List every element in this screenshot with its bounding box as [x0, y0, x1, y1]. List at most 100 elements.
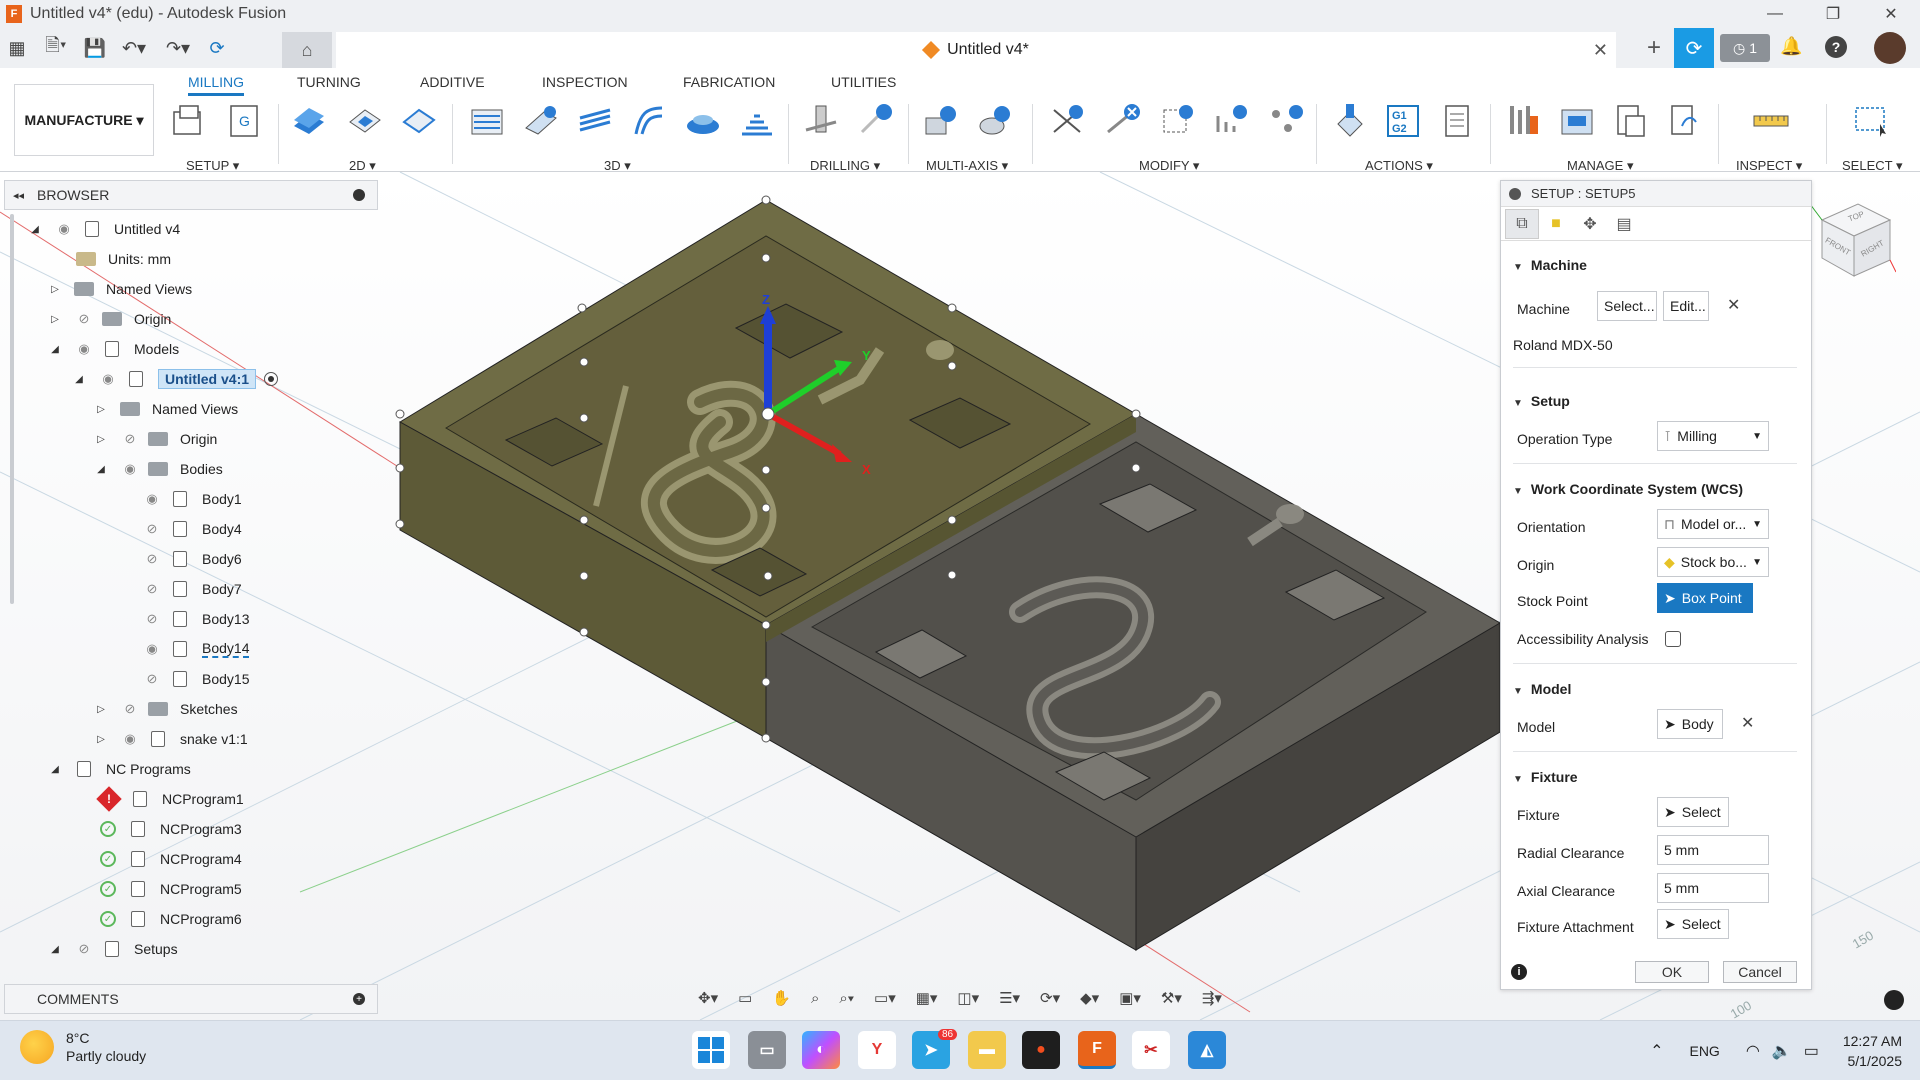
battery-icon[interactable]: ▭ [1804, 1041, 1819, 1061]
machine-edit-button[interactable]: Edit... [1663, 291, 1709, 321]
3d-parallel-icon[interactable] [576, 102, 614, 140]
orientation-dropdown[interactable]: ⊓ Model or... ▼ [1657, 509, 1769, 539]
notification-bell-icon[interactable]: 🔔 [1780, 36, 1802, 57]
trim-toolpath-icon[interactable] [1048, 102, 1086, 140]
photos-icon[interactable]: ◭ [1188, 1031, 1226, 1069]
model-select-button[interactable]: ➤ Body [1657, 709, 1723, 739]
simulation-display-icon[interactable]: ⇶▾ [1202, 989, 1222, 1007]
section-icon[interactable]: ☰▾ [999, 989, 1020, 1007]
tree-nc-programs[interactable]: ◢ NC Programs [48, 756, 191, 782]
tab-turning[interactable]: TURNING [297, 74, 361, 90]
tree-nc-program[interactable]: ✓ NCProgram4 [100, 846, 242, 872]
snipping-tool-icon[interactable]: ✂ [1132, 1031, 1170, 1069]
figma-icon[interactable]: ● [1022, 1031, 1060, 1069]
tree-root[interactable]: ◢ ◉ Untitled v4 [28, 216, 180, 242]
move-toolpath-icon[interactable] [1212, 102, 1250, 140]
eye-hidden-icon[interactable]: ⊘ [142, 671, 162, 686]
tab-fabrication[interactable]: FABRICATION [683, 74, 775, 90]
tab-stock-icon[interactable]: ■ [1539, 209, 1573, 239]
tree-nc-program[interactable]: ✓ NCProgram3 [100, 816, 242, 842]
ok-button[interactable]: OK [1635, 961, 1709, 983]
eye-visible-icon[interactable]: ◉ [54, 221, 74, 236]
pan-hand-icon[interactable]: ✋ [772, 989, 791, 1007]
tab-setup-icon[interactable]: ⧉ [1505, 208, 1539, 239]
expanded-triangle-icon[interactable]: ◢ [94, 462, 108, 476]
yandex-browser-icon[interactable]: Y [858, 1031, 896, 1069]
tab-milling[interactable]: MILLING [188, 74, 245, 96]
3d-contour-icon[interactable] [684, 102, 722, 140]
home-tab[interactable]: ⌂ [282, 32, 332, 68]
tree-body[interactable]: ⊘ Body15 [142, 666, 249, 692]
new-setup-icon[interactable] [170, 102, 208, 140]
file-explorer-icon[interactable]: ▬ [968, 1031, 1006, 1069]
tab-notes-icon[interactable]: ▤ [1607, 209, 1641, 239]
accessibility-checkbox[interactable] [1665, 631, 1681, 647]
minimize-button[interactable]: — [1746, 0, 1804, 28]
wifi-icon[interactable]: ◠ [1746, 1041, 1760, 1061]
browser-options-icon[interactable] [353, 189, 365, 201]
3d-scallop-icon[interactable] [630, 102, 668, 140]
workspace-switcher[interactable]: MANUFACTURE ▾ [14, 84, 154, 156]
collapsed-triangle-icon[interactable]: ▷ [94, 732, 108, 746]
tree-body[interactable]: ◉ Body1 [142, 486, 242, 512]
eye-visible-icon[interactable]: ◉ [120, 461, 140, 476]
tab-post-process-icon[interactable]: ✥ [1573, 209, 1607, 239]
eye-visible-icon[interactable]: ◉ [142, 641, 162, 656]
save-icon[interactable]: 💾 [78, 31, 112, 65]
delete-toolpath-icon[interactable] [1104, 102, 1142, 140]
drill-icon[interactable] [802, 102, 840, 140]
eye-hidden-icon[interactable]: ⊘ [120, 701, 140, 716]
multi-axis-swarf-icon[interactable] [922, 102, 960, 140]
eye-hidden-icon[interactable]: ⊘ [142, 521, 162, 536]
tool-display-icon[interactable]: ⚒▾ [1161, 989, 1182, 1007]
info-icon[interactable]: i [1511, 964, 1527, 980]
axial-clearance-input[interactable]: 5 mm [1657, 873, 1769, 903]
expanded-triangle-icon[interactable]: ◢ [48, 342, 62, 356]
document-tab[interactable]: Untitled v4* ✕ [336, 32, 1616, 68]
clear-model-icon[interactable]: ✕ [1741, 713, 1754, 733]
maximize-button[interactable]: ❐ [1804, 0, 1862, 28]
radial-clearance-input[interactable]: 5 mm [1657, 835, 1769, 865]
template-library-icon[interactable] [1612, 102, 1650, 140]
post-process-icon[interactable]: G1 G2 [1384, 102, 1422, 140]
close-tab-icon[interactable]: ✕ [1593, 40, 1608, 61]
undo-icon[interactable]: ↶▾ [112, 31, 156, 65]
tree-snake[interactable]: ▷ ◉ snake v1:1 [94, 726, 248, 752]
nc-program-icon[interactable]: G [225, 102, 263, 140]
3d-pocket-icon[interactable] [522, 102, 560, 140]
tree-named-views-2[interactable]: ▷ Named Views [94, 396, 238, 422]
expanded-triangle-icon[interactable]: ◢ [72, 372, 86, 386]
data-panel-grid-icon[interactable]: ▦ [0, 31, 34, 65]
volume-icon[interactable]: 🔈 [1772, 1041, 1792, 1061]
collapse-panel-icon[interactable]: ◂◂ [13, 189, 24, 202]
section-model[interactable]: Model [1513, 681, 1571, 697]
cancel-button[interactable]: Cancel [1723, 961, 1797, 983]
tree-component[interactable]: ◢ ◉ Untitled v4:1 [72, 366, 279, 392]
tree-body[interactable]: ⊘ Body4 [142, 516, 242, 542]
eye-hidden-icon[interactable]: ⊘ [120, 431, 140, 446]
setup-sheet-icon[interactable] [1438, 102, 1476, 140]
tree-nc-program[interactable]: ✓ NCProgram5 [100, 876, 242, 902]
fixture-attachment-button[interactable]: ➤ Select [1657, 909, 1729, 939]
tree-sketches[interactable]: ▷ ⊘ Sketches [94, 696, 237, 722]
section-machine[interactable]: Machine [1513, 257, 1587, 273]
tree-nc-program[interactable]: ! NCProgram1 [96, 786, 244, 812]
2d-adaptive-icon[interactable] [290, 102, 328, 140]
redo-icon[interactable]: ↷▾ [156, 31, 200, 65]
origin-dropdown[interactable]: ◆ Stock bo... ▼ [1657, 547, 1769, 577]
viewcube[interactable]: TOP FRONT RIGHT [1808, 196, 1897, 284]
comments-panel[interactable]: COMMENTS + [4, 984, 378, 1014]
edit-notes-icon[interactable] [1158, 102, 1196, 140]
collapsed-triangle-icon[interactable]: ▷ [48, 282, 62, 296]
language-indicator[interactable]: ENG [1689, 1043, 1719, 1059]
feedback-icon[interactable] [1884, 990, 1904, 1010]
tree-origin[interactable]: ▷ ⊘ Origin [48, 306, 171, 332]
start-button[interactable] [692, 1031, 730, 1069]
cloud-sync-icon[interactable]: ⟳ [1674, 28, 1714, 68]
hole-recognition-icon[interactable] [856, 102, 894, 140]
look-at-icon[interactable]: ▭ [738, 989, 752, 1007]
orbit-icon[interactable]: ⟳▾ [1040, 989, 1060, 1007]
window-select-icon[interactable] [1852, 102, 1890, 140]
expanded-triangle-icon[interactable]: ◢ [48, 762, 62, 776]
eye-hidden-icon[interactable]: ⊘ [142, 581, 162, 596]
